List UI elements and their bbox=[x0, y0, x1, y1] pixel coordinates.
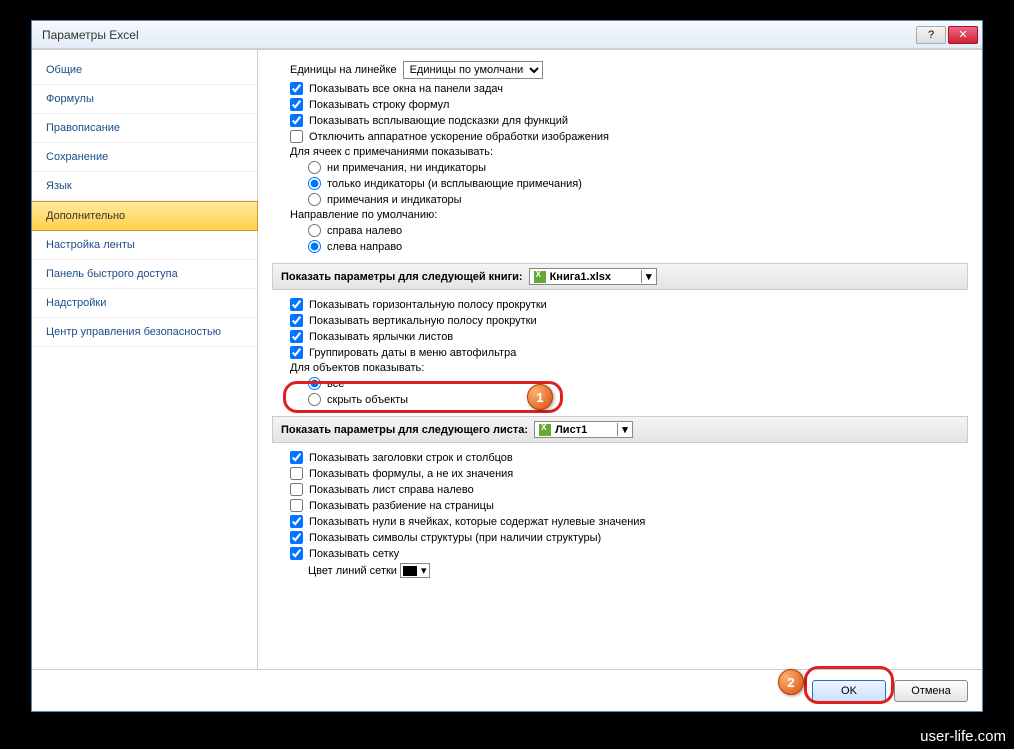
ruler-units-label: Единицы на линейке bbox=[290, 64, 397, 76]
group-dates-checkbox[interactable] bbox=[290, 346, 303, 359]
show-outline-label: Показывать символы структуры (при наличи… bbox=[309, 532, 601, 544]
cancel-button[interactable]: Отмена bbox=[894, 680, 968, 702]
chevron-down-icon: ▾ bbox=[421, 564, 427, 577]
show-formula-bar-label: Показывать строку формул bbox=[309, 99, 449, 111]
show-sheet-tabs-checkbox[interactable] bbox=[290, 330, 303, 343]
comments-header: Для ячеек с примечаниями показывать: bbox=[290, 146, 493, 158]
show-headers-label: Показывать заголовки строк и столбцов bbox=[309, 452, 513, 464]
sheet-section-label: Показать параметры для следующего листа: bbox=[281, 424, 528, 436]
show-all-windows-checkbox[interactable] bbox=[290, 82, 303, 95]
comments-none-label: ни примечания, ни индикаторы bbox=[327, 162, 486, 174]
annotation-bubble-1: 1 bbox=[527, 384, 553, 410]
show-hscroll-label: Показывать горизонтальную полосу прокрут… bbox=[309, 299, 547, 311]
comments-none-radio[interactable] bbox=[308, 161, 321, 174]
comments-both-radio[interactable] bbox=[308, 193, 321, 206]
gridline-color-picker[interactable]: ▾ bbox=[400, 563, 430, 578]
sidebar-item-language[interactable]: Язык bbox=[32, 172, 257, 201]
direction-ltr-label: слева направо bbox=[327, 241, 402, 253]
ok-button[interactable]: OK bbox=[812, 680, 886, 702]
show-page-breaks-label: Показывать разбиение на страницы bbox=[309, 500, 494, 512]
category-sidebar: Общие Формулы Правописание Сохранение Яз… bbox=[32, 50, 258, 669]
sidebar-item-trust[interactable]: Центр управления безопасностью bbox=[32, 318, 257, 347]
workbook-combo[interactable]: Книга1.xlsx ▾ bbox=[529, 268, 657, 285]
direction-header: Направление по умолчанию: bbox=[290, 209, 437, 221]
show-vscroll-label: Показывать вертикальную полосу прокрутки bbox=[309, 315, 537, 327]
workbook-combo-value: Книга1.xlsx bbox=[550, 271, 611, 283]
show-zeros-checkbox[interactable] bbox=[290, 515, 303, 528]
show-rtl-label: Показывать лист справа налево bbox=[309, 484, 474, 496]
objects-hide-label: скрыть объекты bbox=[327, 394, 408, 406]
group-dates-label: Группировать даты в меню автофильтра bbox=[309, 347, 516, 359]
window-title: Параметры Excel bbox=[42, 28, 914, 42]
chevron-down-icon: ▾ bbox=[641, 270, 652, 283]
help-button[interactable]: ? bbox=[916, 26, 946, 44]
chevron-down-icon: ▾ bbox=[617, 423, 628, 436]
sheet-combo-value: Лист1 bbox=[555, 424, 587, 436]
objects-hide-radio[interactable] bbox=[308, 393, 321, 406]
settings-content[interactable]: Единицы на линейке Единицы по умолчанию … bbox=[258, 50, 982, 669]
show-rtl-checkbox[interactable] bbox=[290, 483, 303, 496]
direction-ltr-radio[interactable] bbox=[308, 240, 321, 253]
objects-all-label: все bbox=[327, 378, 344, 390]
disable-hw-checkbox[interactable] bbox=[290, 130, 303, 143]
show-formulas-label: Показывать формулы, а не их значения bbox=[309, 468, 513, 480]
workbook-section-label: Показать параметры для следующей книги: bbox=[281, 271, 523, 283]
dialog-body: Общие Формулы Правописание Сохранение Яз… bbox=[32, 49, 982, 669]
show-headers-checkbox[interactable] bbox=[290, 451, 303, 464]
comments-both-label: примечания и индикаторы bbox=[327, 194, 462, 206]
show-all-windows-label: Показывать все окна на панели задач bbox=[309, 83, 503, 95]
show-gridlines-checkbox[interactable] bbox=[290, 547, 303, 560]
sidebar-item-formulas[interactable]: Формулы bbox=[32, 85, 257, 114]
show-tooltips-label: Показывать всплывающие подсказки для фун… bbox=[309, 115, 568, 127]
sidebar-item-save[interactable]: Сохранение bbox=[32, 143, 257, 172]
sidebar-item-advanced[interactable]: Дополнительно bbox=[32, 201, 258, 231]
comments-indicators-radio[interactable] bbox=[308, 177, 321, 190]
show-vscroll-checkbox[interactable] bbox=[290, 314, 303, 327]
sheet-section-header: Показать параметры для следующего листа:… bbox=[272, 416, 968, 443]
watermark: user-life.com bbox=[920, 728, 1006, 745]
sidebar-item-proofing[interactable]: Правописание bbox=[32, 114, 257, 143]
show-tooltips-checkbox[interactable] bbox=[290, 114, 303, 127]
ruler-units-select[interactable]: Единицы по умолчанию bbox=[403, 61, 543, 79]
objects-all-radio[interactable] bbox=[308, 377, 321, 390]
close-button[interactable]: ✕ bbox=[948, 26, 978, 44]
objects-header: Для объектов показывать: bbox=[290, 362, 424, 374]
disable-hw-label: Отключить аппаратное ускорение обработки… bbox=[309, 131, 609, 143]
annotation-bubble-2: 2 bbox=[778, 669, 804, 695]
sheet-combo[interactable]: Лист1 ▾ bbox=[534, 421, 633, 438]
show-hscroll-checkbox[interactable] bbox=[290, 298, 303, 311]
sidebar-item-ribbon[interactable]: Настройка ленты bbox=[32, 231, 257, 260]
excel-options-window: Параметры Excel ? ✕ Общие Формулы Правоп… bbox=[31, 20, 983, 712]
show-zeros-label: Показывать нули в ячейках, которые содер… bbox=[309, 516, 645, 528]
comments-indicators-label: только индикаторы (и всплывающие примеча… bbox=[327, 178, 582, 190]
sidebar-item-general[interactable]: Общие bbox=[32, 56, 257, 85]
workbook-section-header: Показать параметры для следующей книги: … bbox=[272, 263, 968, 290]
sidebar-item-addins[interactable]: Надстройки bbox=[32, 289, 257, 318]
direction-rtl-label: справа налево bbox=[327, 225, 402, 237]
color-swatch-icon bbox=[403, 566, 417, 576]
gridline-color-label: Цвет линий сетки bbox=[308, 565, 397, 577]
sheet-icon bbox=[539, 424, 551, 436]
dialog-footer: OK Отмена bbox=[32, 669, 982, 711]
show-gridlines-label: Показывать сетку bbox=[309, 548, 399, 560]
sidebar-item-qat[interactable]: Панель быстрого доступа bbox=[32, 260, 257, 289]
show-formulas-checkbox[interactable] bbox=[290, 467, 303, 480]
show-outline-checkbox[interactable] bbox=[290, 531, 303, 544]
direction-rtl-radio[interactable] bbox=[308, 224, 321, 237]
show-sheet-tabs-label: Показывать ярлычки листов bbox=[309, 331, 453, 343]
show-formula-bar-checkbox[interactable] bbox=[290, 98, 303, 111]
excel-file-icon bbox=[534, 271, 546, 283]
show-page-breaks-checkbox[interactable] bbox=[290, 499, 303, 512]
titlebar: Параметры Excel ? ✕ bbox=[32, 21, 982, 49]
